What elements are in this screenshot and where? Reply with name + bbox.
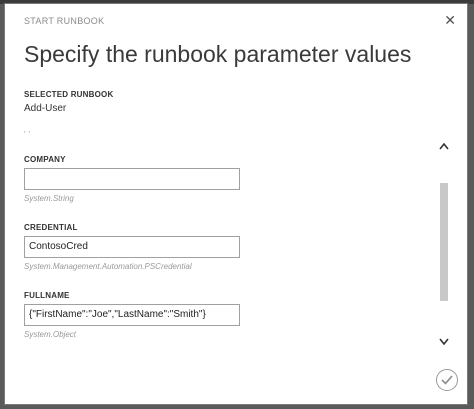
parameter-scroll-area: , , COMPANY System.String CREDENTIAL Con… [24,128,434,353]
scroll-down-icon[interactable] [437,337,451,351]
dialog-header: START RUNBOOK [24,16,105,26]
company-input[interactable] [24,168,240,190]
selected-runbook-label: SELECTED RUNBOOK [24,90,114,99]
fullname-type: System.Object [24,330,77,339]
page-title: Specify the runbook parameter values [24,41,412,67]
company-label: COMPANY [24,155,66,164]
credential-input[interactable]: ContosoCred [24,236,240,258]
credential-type: System.Management.Automation.PSCredentia… [24,262,192,271]
company-type: System.String [24,194,74,203]
scrollbar-thumb[interactable] [440,183,448,301]
selected-runbook-value: Add-User [24,103,67,114]
checkmark-icon [441,375,453,385]
fullname-label: FULLNAME [24,291,70,300]
clipped-text: , , [24,128,31,134]
start-runbook-dialog: START RUNBOOK ✕ Specify the runbook para… [4,3,468,405]
confirm-button[interactable] [436,369,458,391]
scroll-up-icon[interactable] [437,141,451,155]
close-icon[interactable]: ✕ [444,13,456,27]
fullname-input[interactable]: {"FirstName":"Joe","LastName":"Smith"} [24,304,240,326]
credential-label: CREDENTIAL [24,223,78,232]
scrollbar[interactable] [437,137,451,355]
